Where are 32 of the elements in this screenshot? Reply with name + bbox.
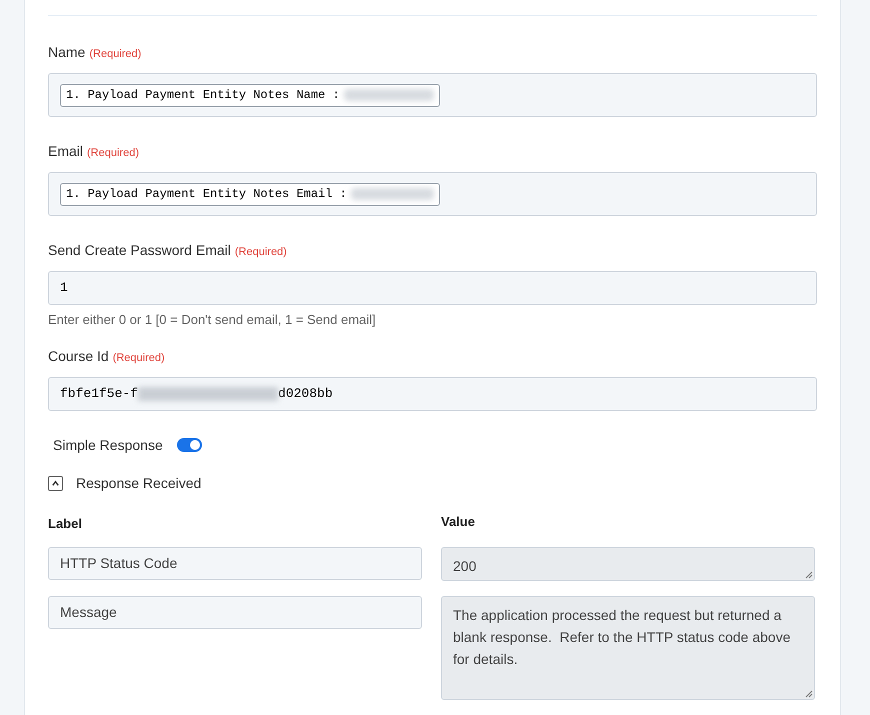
required-note: (Required) — [87, 146, 139, 161]
value-textarea[interactable]: The application processed the request but returned a blank response. Refer to the HTTP status code above for details. — [441, 596, 815, 700]
collapse-toggle-icon[interactable] — [48, 476, 63, 490]
toggle-switch[interactable] — [176, 438, 202, 452]
section-title: Response Received — [76, 474, 202, 493]
label-field[interactable]: Message — [48, 596, 422, 629]
input-field[interactable]: 1. Payload Payment Entity Notes Name : — [48, 73, 817, 117]
column-header: Value — [441, 512, 476, 530]
field-label: Course Id — [48, 346, 109, 366]
field-value: fbfe1f5e-f — [60, 384, 138, 403]
label-field[interactable]: HTTP Status Code — [48, 547, 422, 580]
field-value: d0208bb — [278, 384, 333, 403]
input-field[interactable]: fbfe1f5e-f d0208bb — [48, 376, 817, 410]
chip-text: 1. Payload Payment Entity Notes Name : — [66, 87, 340, 104]
required-note: (Required) — [234, 245, 287, 260]
toggle-label: Simple Response — [53, 436, 163, 455]
column-header: Label — [48, 514, 83, 532]
resize-handle-icon[interactable] — [805, 690, 813, 698]
input-field[interactable]: 1 — [48, 271, 817, 305]
chip-text: 1. Payload Payment Entity Notes Email : — [66, 186, 347, 203]
value-textarea[interactable]: 200 — [441, 547, 815, 581]
field-label: Name — [48, 43, 86, 62]
input-field[interactable]: 1. Payload Payment Entity Notes Email : — [48, 172, 817, 216]
field-label: Email — [48, 142, 84, 161]
field-hint: Enter either 0 or 1 [0 = Don't send email, 1 = Send email] — [48, 311, 377, 329]
field-label: Send Create Password Email — [48, 241, 231, 260]
required-note: (Required) — [89, 47, 142, 62]
mapped-value-chip[interactable]: 1. Payload Payment Entity Notes Name : — [60, 84, 440, 106]
mapped-value-chip[interactable]: 1. Payload Payment Entity Notes Email : — [60, 182, 440, 206]
resize-handle-icon[interactable] — [805, 571, 813, 579]
required-note: (Required) — [112, 350, 165, 366]
field-value: 1 — [60, 279, 68, 298]
